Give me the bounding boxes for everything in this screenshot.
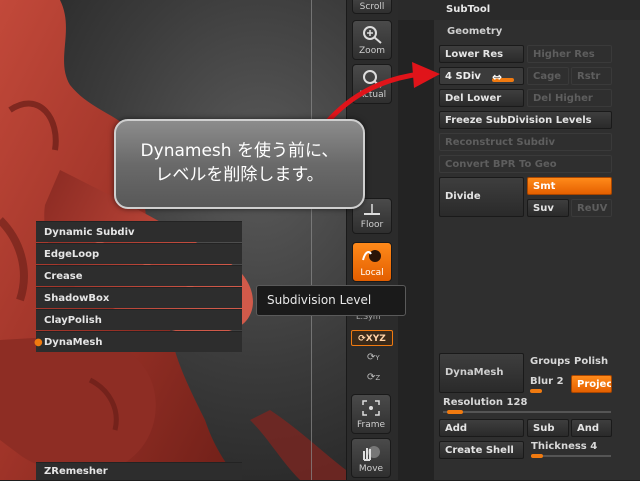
dynamesh-button[interactable]: DynaMesh [439,353,524,393]
crease-row[interactable]: Crease [36,265,242,286]
rstr-button[interactable]: Rstr [571,67,612,85]
edgeloop-row[interactable]: EdgeLoop [36,243,242,264]
resolution-slider-track [443,411,611,413]
local-icon [353,246,391,268]
cage-button[interactable]: Cage [527,67,569,85]
reconstruct-subdiv-button[interactable]: Reconstruct Subdiv [439,133,612,151]
polish-toggle[interactable]: Polish [574,356,608,367]
move-button[interactable]: Move [351,438,391,478]
del-lower-button[interactable]: Del Lower [439,89,524,107]
move-label: Move [358,464,384,474]
frame-label: Frame [356,420,386,430]
divide-button[interactable]: Divide [439,177,524,217]
floor-label: Floor [360,220,384,230]
project-toggle[interactable]: Projec [571,375,612,393]
add-button[interactable]: Add [439,419,524,437]
panel-side-strip [398,20,434,480]
zremesher-row[interactable]: ZRemesher [36,462,242,480]
sdiv-slider[interactable]: 4 SDiv ⇔ [439,67,524,85]
magnifier-icon [353,68,391,90]
rotate-y-button[interactable]: ⟳Y [367,352,380,363]
sub-button[interactable]: Sub [527,419,569,437]
xyz-label: XYZ [365,334,386,344]
xyz-button[interactable]: ⟳XYZ [351,330,393,346]
dynamesh-section-header[interactable]: ● DynaMesh [34,331,242,352]
section-bullet-icon: ● [34,337,43,348]
subdivision-level-tooltip: Subdivision Level [256,285,406,316]
smt-toggle[interactable]: Smt [527,177,612,195]
callout-line-2: レベルを削除します。 [155,165,324,185]
lower-res-button[interactable]: Lower Res [439,45,524,63]
blur-slider-fill [530,389,542,393]
shadowbox-row[interactable]: ShadowBox [36,287,242,308]
blur-slider[interactable]: Blur 2 [530,376,564,387]
callout-line-1: Dynamesh を使う前に、 [140,141,339,161]
actual-button[interactable]: Actual [352,64,392,104]
subtool-title: SubTool [446,4,491,15]
local-button[interactable]: Local [352,242,392,282]
actual-label: Actual [357,90,387,100]
zoom-label: Zoom [359,46,385,56]
rotate-z-button[interactable]: ⟳Z [367,372,380,383]
suv-toggle[interactable]: Suv [527,199,569,217]
thickness-slider-track [531,455,611,457]
del-higher-button[interactable]: Del Higher [527,89,612,107]
geometry-header[interactable]: Geometry [447,26,502,37]
freeze-subdivision-button[interactable]: Freeze SubDivision Levels [439,111,612,129]
create-shell-button[interactable]: Create Shell [439,441,524,459]
groups-toggle[interactable]: Groups [530,356,570,367]
resolution-slider[interactable]: Resolution 128 [443,397,527,408]
thickness-slider-fill [531,454,543,458]
frame-button[interactable]: Frame [351,394,391,434]
local-label: Local [360,268,384,278]
higher-res-button[interactable]: Higher Res [527,45,612,63]
magnifier-plus-icon [353,24,391,46]
double-arrow-cursor-icon: ⇔ [492,70,503,84]
dynamic-subdiv-row[interactable]: Dynamic Subdiv [36,221,242,242]
rotate-icon: ⟳ [358,334,366,344]
frame-icon [352,398,390,420]
viewport-guide-line [311,0,312,480]
thickness-slider[interactable]: Thickness 4 [531,441,597,452]
claypolish-row[interactable]: ClayPolish [36,309,242,330]
reuv-button[interactable]: ReUV [571,199,612,217]
scroll-button[interactable]: Scroll [352,0,392,14]
sdiv-value: 4 SDiv [445,71,481,82]
subtool-header[interactable]: SubTool [398,0,640,20]
resolution-slider-fill [447,410,463,414]
zoom-button[interactable]: Zoom [352,20,392,60]
hand-icon [352,442,390,464]
dynamesh-section-label: DynaMesh [44,337,103,348]
and-button[interactable]: And [571,419,612,437]
convert-bpr-button[interactable]: Convert BPR To Geo [439,155,612,173]
scroll-label: Scroll [359,2,385,12]
instruction-callout: Dynamesh を使う前に、 レベルを削除します。 [114,119,365,209]
